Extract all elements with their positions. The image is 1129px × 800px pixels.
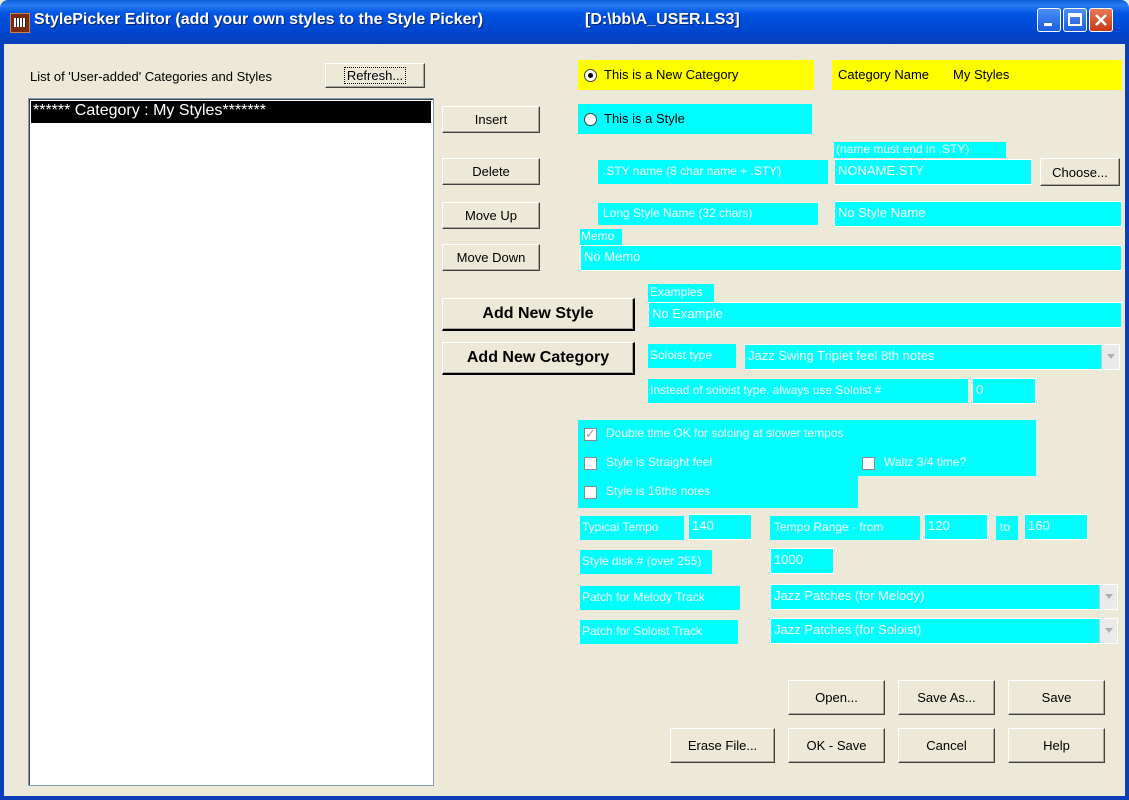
melody-patch-value: Jazz Patches (for Melody) (774, 588, 925, 603)
ok-save-button[interactable]: OK - Save (788, 728, 885, 763)
melody-patch-label: Patch for Melody Track (582, 590, 705, 604)
help-button[interactable]: Help (1008, 728, 1105, 763)
new-category-label: This is a New Category (604, 67, 739, 82)
tempo-to-label: to (1000, 520, 1011, 534)
window-frame-bottom (0, 796, 1129, 800)
straight-feel-checkbox[interactable] (584, 457, 597, 470)
close-icon (1095, 14, 1107, 26)
chevron-down-icon[interactable] (1099, 585, 1117, 609)
category-name-input[interactable]: My Styles (950, 62, 1118, 88)
minimize-button[interactable] (1037, 8, 1061, 32)
stylepicker-editor-window: StylePicker Editor (add your own styles … (0, 0, 1129, 800)
refresh-label: Refresh... (343, 67, 407, 84)
category-name-label: Category Name (838, 67, 930, 82)
refresh-button[interactable]: Refresh... (325, 63, 425, 88)
window-frame-right (1125, 44, 1129, 800)
window-title: StylePicker Editor (add your own styles … (34, 11, 484, 28)
long-name-input[interactable]: No Style Name (834, 201, 1122, 227)
soloist-patch-select[interactable]: Jazz Patches (for Soloist) (770, 618, 1118, 644)
window-frame-left (0, 44, 4, 800)
delete-button[interactable]: Delete (442, 158, 540, 185)
categories-list[interactable]: ****** Category : My Styles******* (28, 98, 434, 786)
chevron-down-icon[interactable] (1099, 619, 1117, 643)
examples-input[interactable]: No Example (648, 302, 1122, 328)
cancel-button[interactable]: Cancel (898, 728, 995, 763)
double-time-checkbox[interactable] (584, 426, 597, 442)
maximize-button[interactable] (1063, 8, 1087, 32)
melody-patch-select[interactable]: Jazz Patches (for Melody) (770, 584, 1118, 610)
sty-name-label: .STY name (8 char name + .STY) (603, 164, 782, 178)
soloist-patch-value: Jazz Patches (for Soloist) (774, 622, 922, 637)
style-disk-label: Style disk # (over 255) (582, 554, 702, 568)
soloist-type-value: Jazz Swing Triplet feel 8th notes (748, 348, 935, 363)
chevron-down-icon[interactable] (1101, 345, 1119, 369)
waltz-checkbox[interactable] (862, 457, 875, 470)
save-as-button[interactable]: Save As... (898, 680, 995, 715)
style-label: This is a Style (604, 111, 685, 126)
title-bar[interactable]: StylePicker Editor (add your own styles … (0, 0, 1129, 44)
typical-tempo-input[interactable]: 140 (688, 514, 752, 540)
open-button[interactable]: Open... (788, 680, 885, 715)
soloist-patch-label: Patch for Soloist Track (582, 624, 703, 638)
file-path: [D:\bb\A_USER.LS3] (585, 11, 740, 28)
sty-name-hint: (name must end in .STY) (836, 142, 970, 156)
list-label: List of 'User-added' Categories and Styl… (30, 69, 272, 84)
waltz-label: Waltz 3/4 time? (884, 455, 967, 469)
close-button[interactable] (1089, 8, 1113, 32)
new-category-radio[interactable] (584, 69, 597, 82)
tempo-range-label: Tempo Range - from (774, 520, 884, 534)
style-radio[interactable] (584, 113, 597, 126)
memo-input[interactable]: No Memo (580, 245, 1122, 271)
app-icon (10, 13, 30, 33)
soloist-override-label: Instead of soloist type, always use Solo… (650, 383, 882, 397)
straight-feel-label: Style is Straight feel (606, 455, 713, 469)
choose-button[interactable]: Choose... (1040, 158, 1120, 186)
insert-button[interactable]: Insert (442, 106, 540, 133)
typical-tempo-label: Typical Tempo (582, 520, 659, 534)
soloist-override-input[interactable]: 0 (972, 378, 1036, 404)
soloist-type-label: Soloist type (650, 348, 713, 362)
list-item[interactable]: ****** Category : My Styles******* (31, 101, 431, 123)
soloist-type-select[interactable]: Jazz Swing Triplet feel 8th notes (744, 344, 1120, 370)
add-new-style-button[interactable]: Add New Style (442, 298, 635, 331)
double-time-label: Double time OK for soloing at slower tem… (606, 426, 844, 440)
style-disk-input[interactable]: 1000 (770, 548, 834, 574)
minimize-icon (1044, 23, 1052, 26)
sixteenths-checkbox[interactable] (584, 486, 597, 499)
sty-name-input[interactable]: NONAME.STY (834, 159, 1032, 185)
long-name-label: Long Style Name (32 chars) (603, 206, 753, 220)
save-button[interactable]: Save (1008, 680, 1105, 715)
move-up-button[interactable]: Move Up (442, 202, 540, 229)
add-new-category-button[interactable]: Add New Category (442, 342, 635, 375)
maximize-icon (1068, 13, 1082, 26)
examples-label: Examples (650, 285, 703, 299)
tempo-from-input[interactable]: 120 (924, 514, 988, 540)
sixteenths-label: Style is 16ths notes (606, 484, 711, 498)
tempo-to-input[interactable]: 160 (1024, 514, 1088, 540)
erase-file-button[interactable]: Erase File... (670, 728, 775, 763)
memo-label: Memo (581, 229, 615, 243)
move-down-button[interactable]: Move Down (442, 244, 540, 271)
